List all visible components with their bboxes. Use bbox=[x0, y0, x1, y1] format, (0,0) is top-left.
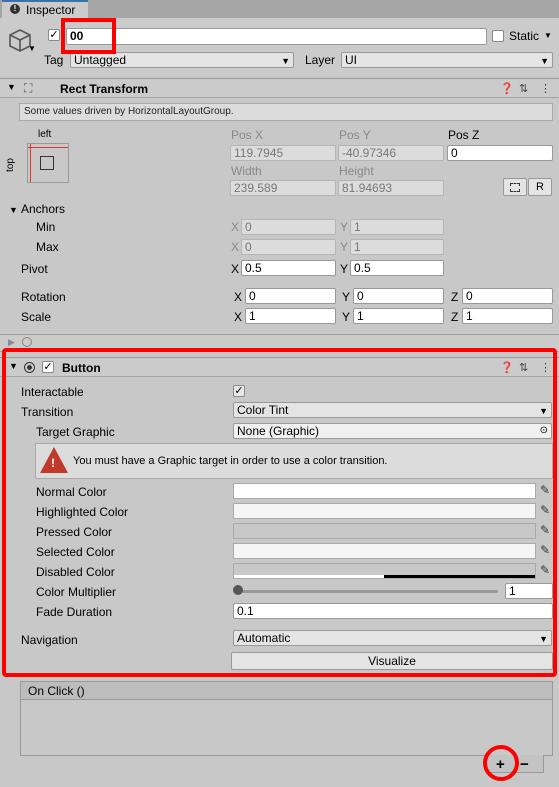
scale-y-field[interactable]: 1 bbox=[353, 308, 444, 324]
raw-edit-button[interactable]: R bbox=[528, 178, 552, 196]
rotation-y-field[interactable]: 0 bbox=[353, 288, 444, 304]
button-component-highlight bbox=[2, 348, 557, 677]
pivot-label: Pivot bbox=[21, 262, 48, 276]
min-y-field: 1 bbox=[350, 219, 444, 235]
chevron-down-icon: ▼ bbox=[540, 56, 549, 66]
rotation-label: Rotation bbox=[21, 290, 66, 304]
foldout-arrow-icon: ▼ bbox=[7, 82, 16, 92]
chevron-down-icon[interactable]: ▼ bbox=[28, 44, 36, 53]
scale-z-letter: Z bbox=[451, 310, 459, 324]
rect-transform-icon: ⛶ bbox=[24, 81, 33, 95]
scale-z-field[interactable]: 1 bbox=[462, 308, 553, 324]
max-x-letter: X bbox=[231, 240, 240, 254]
pivot-y-field[interactable]: 0.5 bbox=[350, 260, 444, 276]
posz-label: Pos Z bbox=[448, 128, 480, 142]
pivot-x-letter: X bbox=[231, 262, 240, 276]
anchor-presets-button[interactable] bbox=[27, 143, 69, 183]
active-toggle[interactable]: ✓ bbox=[48, 29, 60, 41]
driven-notice: Some values driven by HorizontalLayoutGr… bbox=[19, 103, 553, 121]
add-button-highlight bbox=[483, 745, 519, 781]
width-label: Width bbox=[231, 164, 262, 178]
static-toggle[interactable] bbox=[492, 30, 504, 42]
height-field: 81.94693 bbox=[338, 180, 444, 196]
posx-field: 119.7945 bbox=[230, 145, 336, 161]
posy-label: Pos Y bbox=[339, 128, 371, 142]
tag-label: Tag bbox=[44, 53, 64, 67]
min-label: Min bbox=[36, 220, 56, 234]
static-dropdown-icon[interactable]: ▼ bbox=[544, 31, 552, 40]
foldout-arrow-icon[interactable]: ▼ bbox=[9, 205, 18, 215]
min-y-letter: Y bbox=[340, 220, 349, 234]
foldout-arrow-icon: ▶ bbox=[8, 337, 15, 347]
blueprint-mode-button[interactable] bbox=[503, 178, 527, 196]
max-label: Max bbox=[36, 240, 59, 254]
anchor-line-icon bbox=[28, 147, 68, 148]
width-field: 239.589 bbox=[230, 180, 336, 196]
rect-transform-header[interactable]: ▼ ⛶ Rect Transform ❓ ⇅ ⋮ bbox=[0, 78, 559, 98]
rotation-x-field[interactable]: 0 bbox=[245, 288, 336, 304]
info-icon: ! bbox=[10, 4, 20, 14]
remove-listener-button[interactable]: − bbox=[520, 756, 529, 773]
layer-dropdown[interactable]: UI ▼ bbox=[341, 52, 553, 68]
help-icon[interactable]: ❓ bbox=[500, 82, 514, 95]
object-name-field[interactable]: 00 bbox=[66, 28, 487, 45]
inspector-tab[interactable]: ! Inspector bbox=[2, 0, 88, 19]
layer-label: Layer bbox=[305, 53, 336, 67]
onclick-event-box: On Click () bbox=[20, 681, 553, 756]
posz-field[interactable]: 0 bbox=[447, 145, 553, 161]
static-label[interactable]: Static bbox=[509, 28, 539, 44]
rot-y-letter: Y bbox=[342, 290, 351, 304]
dotted-rect-icon bbox=[510, 183, 520, 192]
rotation-z-field[interactable]: 0 bbox=[462, 288, 553, 304]
tag-dropdown[interactable]: Untagged ▼ bbox=[70, 52, 294, 68]
chevron-down-icon: ▼ bbox=[281, 56, 290, 66]
anchor-line-icon bbox=[30, 144, 31, 182]
scale-y-letter: Y bbox=[342, 310, 351, 324]
tab-title: Inspector bbox=[26, 3, 76, 17]
scale-x-field[interactable]: 1 bbox=[245, 308, 336, 324]
menu-icon[interactable]: ⋮ bbox=[540, 82, 551, 95]
radio-icon bbox=[22, 337, 32, 347]
rot-z-letter: Z bbox=[451, 290, 459, 304]
pivot-y-letter: Y bbox=[340, 262, 349, 276]
posy-field: -40.97346 bbox=[338, 145, 444, 161]
anchor-v-label: top bbox=[4, 158, 16, 172]
anchor-h-label: left bbox=[38, 129, 52, 140]
anchors-label[interactable]: Anchors bbox=[21, 201, 65, 217]
min-x-letter: X bbox=[231, 220, 240, 234]
scale-label: Scale bbox=[21, 310, 52, 324]
max-x-field: 0 bbox=[241, 239, 336, 255]
posx-label: Pos X bbox=[231, 128, 264, 142]
min-x-field: 0 bbox=[241, 219, 336, 235]
onclick-title: On Click () bbox=[28, 684, 85, 698]
component-title: Rect Transform bbox=[60, 82, 149, 96]
scale-x-letter: X bbox=[234, 310, 243, 324]
onclick-header: On Click () bbox=[21, 682, 552, 700]
rot-x-letter: X bbox=[234, 290, 243, 304]
presets-icon[interactable]: ⇅ bbox=[519, 82, 528, 95]
anchor-rect-icon bbox=[40, 156, 54, 170]
max-y-letter: Y bbox=[340, 240, 349, 254]
pivot-x-field[interactable]: 0.5 bbox=[241, 260, 336, 276]
max-y-field: 1 bbox=[350, 239, 444, 255]
object-name-highlight bbox=[61, 18, 116, 54]
height-label: Height bbox=[339, 164, 374, 178]
